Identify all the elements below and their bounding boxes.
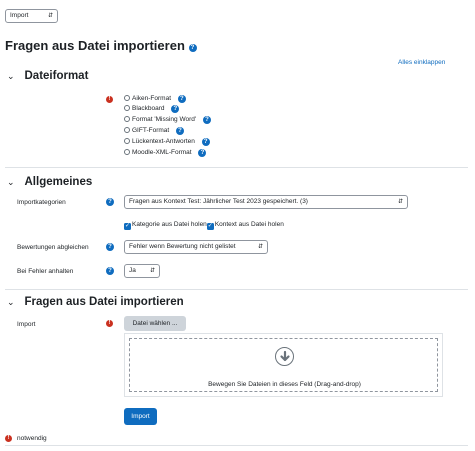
download-arrow-icon bbox=[275, 347, 294, 366]
bewertungen-select[interactable]: Fehler wenn Bewertung nicht gelistet ⇵ bbox=[124, 240, 268, 254]
import-button[interactable]: Import bbox=[124, 408, 157, 425]
help-icon[interactable]: ? bbox=[106, 267, 114, 275]
required-icon: ! bbox=[106, 96, 113, 103]
help-icon[interactable]: ? bbox=[188, 44, 197, 52]
required-icon: ! bbox=[5, 435, 12, 442]
help-icon[interactable]: ? bbox=[171, 105, 180, 113]
radio-button[interactable] bbox=[124, 148, 130, 155]
radio-option-gift[interactable]: GIFT-Format ? bbox=[124, 126, 185, 135]
file-dropzone[interactable]: Bewegen Sie Dateien in dieses Feld (Drag… bbox=[124, 333, 443, 397]
help-icon[interactable]: ? bbox=[176, 127, 185, 135]
kategorie-checkbox[interactable]: ✓ Kategorie aus Datei holen bbox=[124, 221, 207, 230]
section-divider bbox=[5, 167, 468, 168]
radio-option-aiken[interactable]: Aiken-Format ? bbox=[124, 94, 186, 103]
radio-button[interactable] bbox=[124, 104, 130, 111]
radio-option-lueckentext[interactable]: Lückentext-Antworten ? bbox=[124, 137, 210, 146]
chevron-down-icon: ⌄ bbox=[7, 71, 15, 81]
section-header-dateiformat[interactable]: ⌄ Dateiformat bbox=[7, 70, 88, 82]
chevron-up-down-icon: ⇵ bbox=[47, 13, 53, 19]
choose-file-button[interactable]: Datei wählen ... bbox=[124, 316, 186, 331]
section-divider bbox=[5, 289, 468, 290]
importkategorien-value: Fragen aus Kontext Test: Jährlicher Test… bbox=[129, 198, 308, 205]
help-icon[interactable]: ? bbox=[106, 243, 114, 251]
radio-option-moodle-xml[interactable]: Moodle-XML-Format ? bbox=[124, 148, 207, 157]
importkategorien-label: Importkategorien bbox=[17, 199, 66, 206]
help-icon[interactable]: ? bbox=[177, 95, 186, 103]
section-title: Dateiformat bbox=[24, 70, 89, 82]
section-header-import[interactable]: ⌄ Fragen aus Datei importieren bbox=[7, 296, 184, 308]
section-title: Allgemeines bbox=[24, 176, 93, 188]
kontext-checkbox[interactable]: ✓ Kontext aus Datei holen bbox=[206, 221, 284, 230]
chevron-up-down-icon: ⇵ bbox=[257, 244, 263, 250]
dropzone-text: Bewegen Sie Dateien in dieses Feld (Drag… bbox=[208, 381, 361, 388]
help-icon[interactable]: ? bbox=[198, 149, 207, 157]
radio-option-missing-word[interactable]: Format 'Missing Word' ? bbox=[124, 115, 211, 124]
bewertungen-label: Bewertungen abgleichen bbox=[17, 244, 89, 251]
chevron-down-icon: ⌄ bbox=[7, 297, 15, 307]
action-select-value: Import bbox=[10, 12, 29, 19]
help-icon[interactable]: ? bbox=[106, 198, 114, 206]
radio-option-blackboard[interactable]: Blackboard ? bbox=[124, 104, 180, 113]
import-label: Import bbox=[17, 321, 36, 328]
required-note: notwendig bbox=[17, 435, 47, 442]
radio-button[interactable] bbox=[124, 126, 130, 133]
fehler-value: Ja bbox=[129, 267, 136, 274]
help-icon[interactable]: ? bbox=[202, 116, 211, 124]
check-icon: ✓ bbox=[206, 223, 214, 230]
page-title: Fragen aus Datei importieren ? bbox=[5, 38, 197, 53]
radio-button[interactable] bbox=[124, 137, 130, 144]
collapse-all-link[interactable]: Alles einklappen bbox=[398, 59, 445, 66]
fehler-label: Bei Fehler anhalten bbox=[17, 268, 74, 275]
chevron-up-down-icon: ⇵ bbox=[397, 199, 403, 205]
chevron-down-icon: ⌄ bbox=[7, 177, 15, 187]
help-icon[interactable]: ? bbox=[201, 138, 210, 146]
bewertungen-value: Fehler wenn Bewertung nicht gelistet bbox=[129, 243, 236, 250]
section-title: Fragen aus Datei importieren bbox=[24, 296, 184, 308]
checkbox-row: ✓ Kategorie aus Datei holen✓ Kontext aus D… bbox=[124, 221, 284, 230]
radio-button[interactable] bbox=[124, 94, 130, 101]
required-icon: ! bbox=[106, 320, 113, 327]
bottom-divider bbox=[5, 445, 468, 446]
action-select[interactable]: Import ⇵ bbox=[5, 9, 58, 23]
fehler-select[interactable]: Ja ⇵ bbox=[124, 264, 160, 278]
radio-button[interactable] bbox=[124, 115, 130, 122]
chevron-up-down-icon: ⇵ bbox=[149, 268, 155, 274]
check-icon: ✓ bbox=[124, 223, 131, 230]
importkategorien-select[interactable]: Fragen aus Kontext Test: Jährlicher Test… bbox=[124, 195, 408, 209]
section-header-allgemeines[interactable]: ⌄ Allgemeines bbox=[7, 176, 92, 188]
